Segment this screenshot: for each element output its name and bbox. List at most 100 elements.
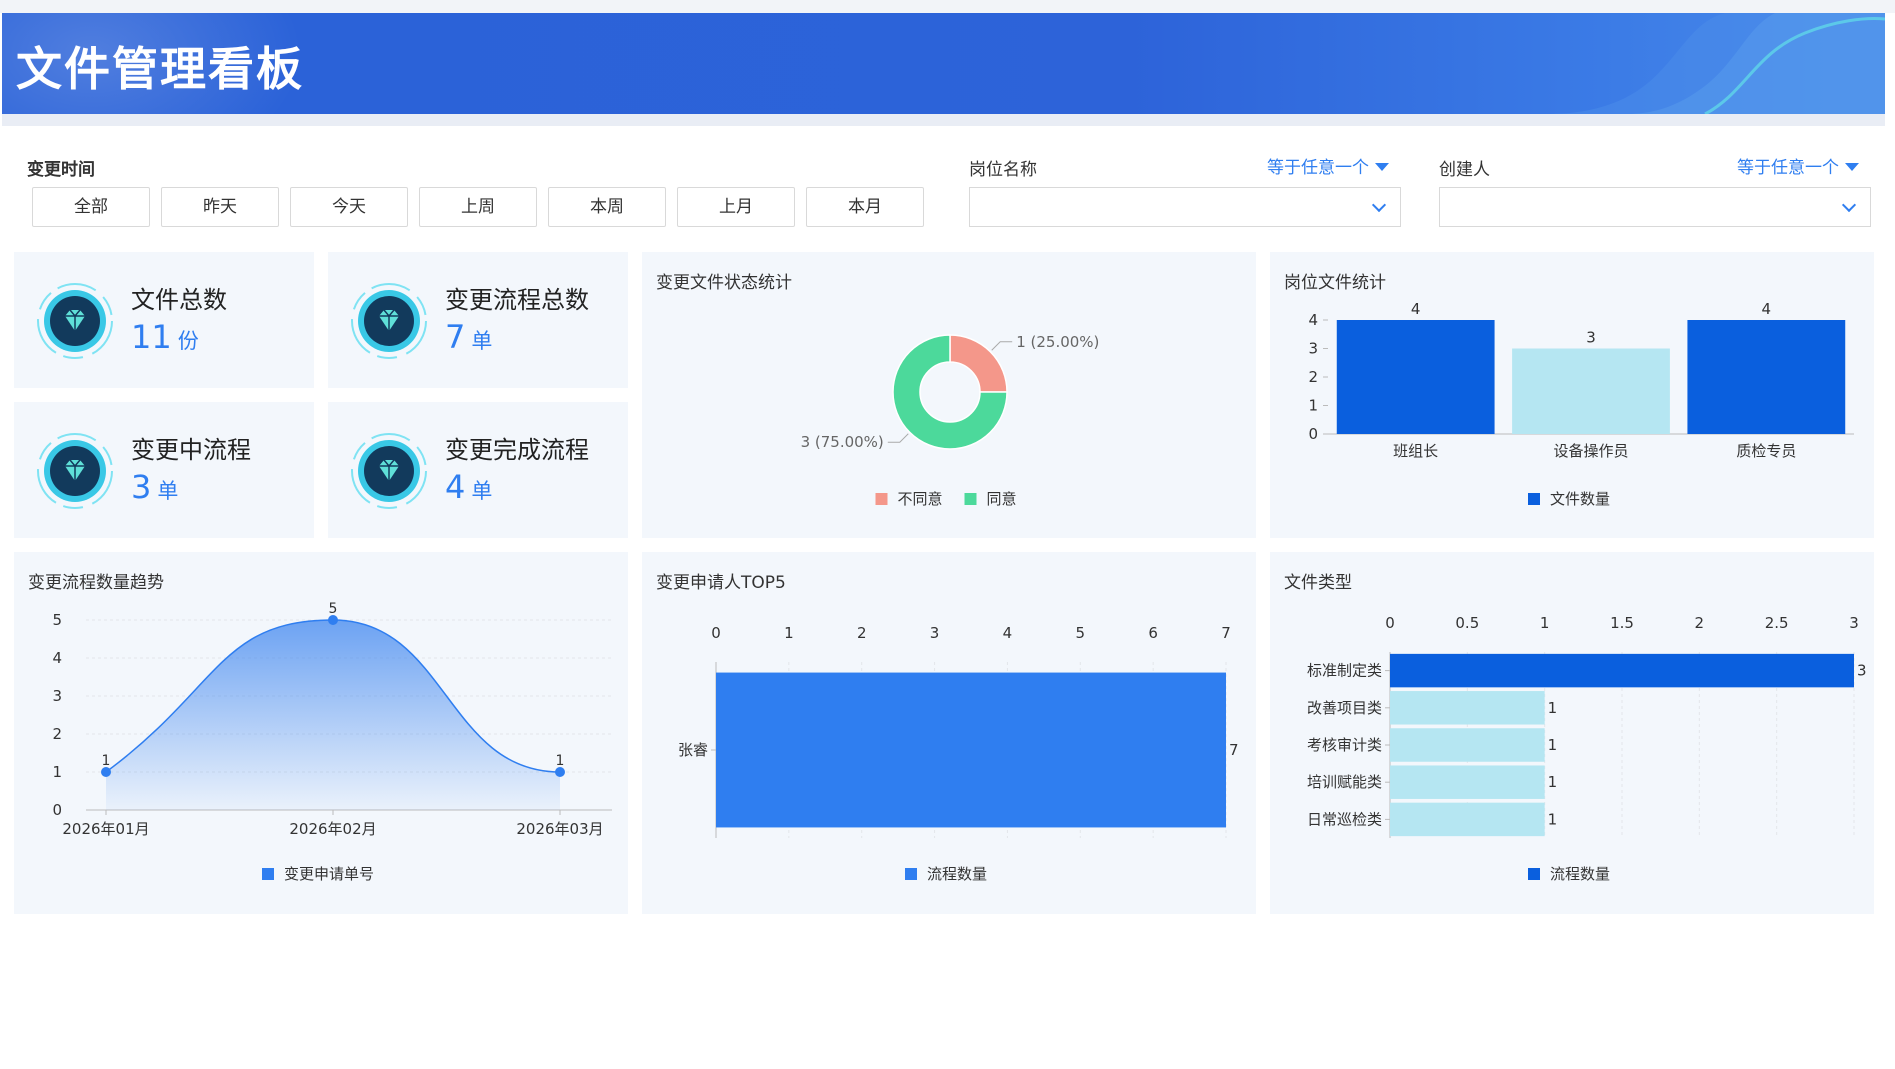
kpi-value: 4单 bbox=[445, 468, 492, 506]
x-tick-label: 2.5 bbox=[1765, 614, 1789, 632]
time-filter-button[interactable]: 本月 bbox=[806, 187, 924, 227]
y-tick-label: 培训赋能类 bbox=[1307, 773, 1382, 791]
x-tick-label: 7 bbox=[1221, 624, 1231, 642]
legend-swatch bbox=[875, 493, 888, 505]
bar bbox=[1390, 691, 1545, 725]
kpi-card-completed: 变更完成流程 4单 bbox=[328, 402, 628, 538]
y-tick-label: 1 bbox=[52, 763, 62, 781]
bar-data-label: 3 bbox=[1586, 329, 1596, 347]
bar-data-label: 7 bbox=[1229, 741, 1239, 759]
x-tick-label: 0.5 bbox=[1455, 614, 1479, 632]
time-filter-label: 变更时间 bbox=[27, 160, 95, 180]
x-tick-label: 5 bbox=[1076, 624, 1086, 642]
diamond-icon bbox=[37, 283, 113, 359]
creator-operator-label: 等于任意一个 bbox=[1737, 158, 1839, 178]
time-filter-button[interactable]: 上月 bbox=[677, 187, 795, 227]
y-tick-label: 3 bbox=[52, 687, 62, 705]
trend-area-chart: 0 1 2 3 4 5 1 2026年01月 5 2026年02月 1 2026年03月变更申请单号 bbox=[52, 601, 612, 883]
kpi-label: 变更流程总数 bbox=[445, 286, 589, 314]
top-strip bbox=[0, 0, 1895, 13]
bar-data-label: 1 bbox=[1548, 736, 1558, 754]
header-wave-decoration bbox=[1545, 13, 1885, 114]
point-data-label: 1 bbox=[102, 753, 111, 769]
slice-leader-line bbox=[887, 433, 909, 443]
chart-card-filetype: 文件类型 0 0.5 1 1.5 2 2.5 3 3 标准制定类 1 改善项目类 1 考核审计类 1 培训赋… bbox=[1270, 552, 1874, 914]
position-operator-label: 等于任意一个 bbox=[1267, 158, 1369, 178]
kpi-unit: 单 bbox=[471, 479, 493, 503]
legend-swatch bbox=[262, 868, 274, 880]
x-tick-label: 2026年02月 bbox=[289, 820, 376, 838]
time-filter-button[interactable]: 全部 bbox=[32, 187, 150, 227]
point-data-label: 5 bbox=[329, 601, 338, 617]
bar-data-label: 4 bbox=[1411, 300, 1421, 318]
y-tick-label: 0 bbox=[1308, 425, 1318, 443]
kpi-label: 变更完成流程 bbox=[445, 436, 589, 464]
y-tick-label: 张睿 bbox=[678, 741, 708, 759]
legend-swatch bbox=[905, 868, 917, 880]
bar bbox=[1390, 728, 1545, 762]
bar-data-label: 1 bbox=[1548, 699, 1558, 717]
x-tick-label: 班组长 bbox=[1393, 442, 1438, 460]
kpi-value: 3单 bbox=[131, 468, 178, 506]
x-tick-label: 4 bbox=[1003, 624, 1013, 642]
chart-card-position: 岗位文件统计 0 1 2 3 4 4 班组长 3 设备操作员 4 质检专员 文件数量 bbox=[1270, 252, 1874, 538]
creator-select[interactable] bbox=[1439, 187, 1871, 227]
bar bbox=[716, 672, 1226, 828]
slice-data-label: 3 (75.00%) bbox=[801, 433, 884, 451]
chart-card-top5: 变更申请人TOP5 0 1 2 3 4 5 6 7 7 张睿 流程数量 bbox=[642, 552, 1256, 914]
y-tick-label: 日常巡检类 bbox=[1307, 810, 1382, 828]
bar-data-label: 4 bbox=[1762, 300, 1772, 318]
legend-swatch bbox=[1528, 493, 1540, 505]
diamond-icon bbox=[351, 283, 427, 359]
time-filter-button[interactable]: 本周 bbox=[548, 187, 666, 227]
x-tick-label: 0 bbox=[1385, 614, 1395, 632]
header-banner: 文件管理看板 bbox=[2, 13, 1885, 114]
x-tick-label: 0 bbox=[711, 624, 721, 642]
bar bbox=[1336, 320, 1495, 434]
creator-operator-dropdown[interactable]: 等于任意一个 bbox=[1737, 153, 1859, 178]
kpi-card-total-flows: 变更流程总数 7单 bbox=[328, 252, 628, 388]
area-fill bbox=[106, 620, 560, 810]
bar-data-label: 1 bbox=[1548, 810, 1558, 828]
x-tick-label: 设备操作员 bbox=[1553, 442, 1628, 460]
y-tick-label: 考核审计类 bbox=[1307, 736, 1382, 754]
time-filter-button[interactable]: 昨天 bbox=[161, 187, 279, 227]
kpi-card-in-progress: 变更中流程 3单 bbox=[14, 402, 314, 538]
position-operator-dropdown[interactable]: 等于任意一个 bbox=[1267, 153, 1389, 178]
slice-data-label: 1 (25.00%) bbox=[1016, 333, 1099, 351]
y-tick-label: 4 bbox=[52, 649, 62, 667]
kpi-number: 4 bbox=[445, 468, 466, 506]
legend-label: 变更申请单号 bbox=[284, 865, 374, 883]
creator-filter-label: 创建人 bbox=[1439, 160, 1490, 180]
bar-data-label: 3 bbox=[1857, 662, 1867, 680]
y-tick-label: 标准制定类 bbox=[1307, 662, 1382, 680]
chart-card-trend: 变更流程数量趋势 0 1 2 3 4 5 1 2026年01月 5 2026年02月 1 2026年0… bbox=[14, 552, 628, 914]
x-tick-label: 1 bbox=[784, 624, 794, 642]
x-tick-label: 2026年01月 bbox=[62, 820, 149, 838]
kpi-label: 文件总数 bbox=[131, 286, 227, 314]
x-tick-label: 3 bbox=[1849, 614, 1859, 632]
y-tick-label: 5 bbox=[52, 611, 62, 629]
status-donut-chart: 1 (25.00%) 3 (75.00%) 不同意 同意 bbox=[801, 333, 1100, 508]
position-select[interactable] bbox=[969, 187, 1401, 227]
x-tick-label: 质检专员 bbox=[1736, 442, 1796, 460]
point-data-label: 1 bbox=[556, 753, 565, 769]
kpi-number: 7 bbox=[445, 318, 466, 356]
kpi-unit: 份 bbox=[177, 329, 199, 353]
kpi-label: 变更中流程 bbox=[131, 436, 251, 464]
bar bbox=[1687, 320, 1846, 434]
x-tick-label: 6 bbox=[1148, 624, 1158, 642]
kpi-number: 3 bbox=[131, 468, 152, 506]
kpi-value: 11 份 bbox=[131, 318, 199, 356]
legend-swatch bbox=[964, 493, 977, 505]
bar bbox=[1390, 653, 1854, 688]
legend-label: 流程数量 bbox=[927, 865, 987, 883]
time-filter-button[interactable]: 上周 bbox=[419, 187, 537, 227]
bar bbox=[1390, 765, 1545, 799]
bar-data-label: 1 bbox=[1548, 773, 1558, 791]
position-bar-chart: 0 1 2 3 4 4 班组长 3 设备操作员 4 质检专员文件数量 bbox=[1308, 300, 1854, 508]
caret-down-icon bbox=[1845, 163, 1859, 171]
time-filter-button[interactable]: 今天 bbox=[290, 187, 408, 227]
chart-card-status: 变更文件状态统计 1 (25.00%) 3 (75.00%) 不同意 同意 bbox=[642, 252, 1256, 538]
y-tick-label: 改善项目类 bbox=[1307, 699, 1382, 717]
